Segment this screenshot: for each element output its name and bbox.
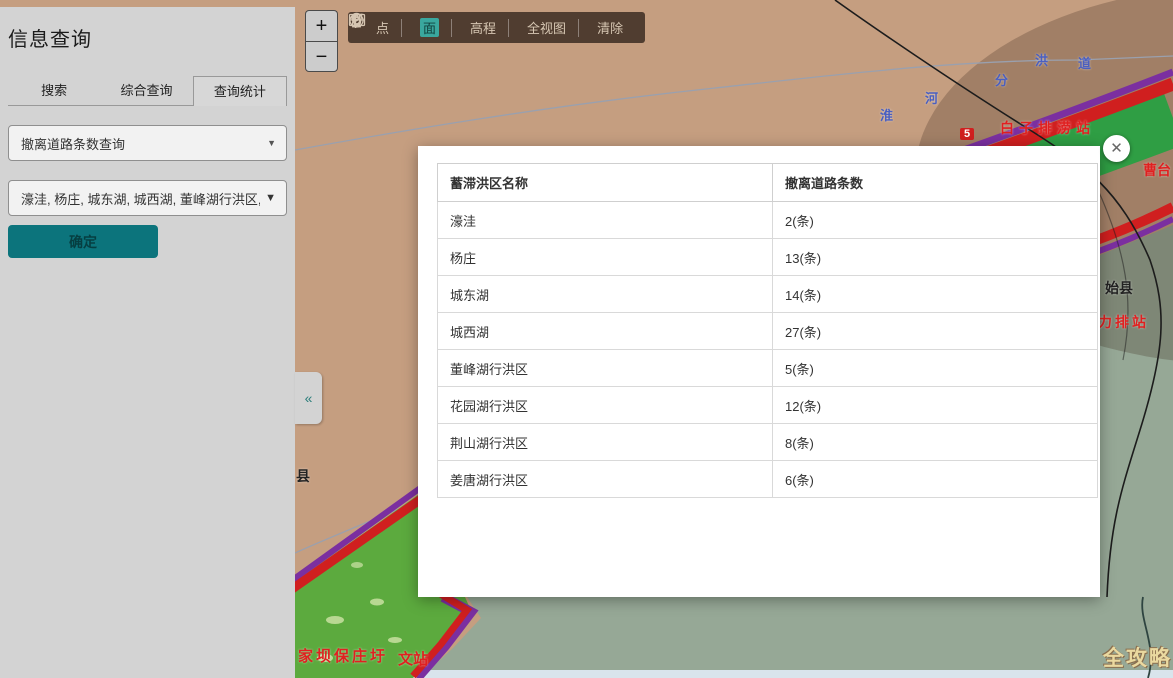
road-count-cell: 5(条): [773, 350, 1098, 387]
tool-area[interactable]: 面: [402, 18, 451, 37]
road-count-cell: 12(条): [773, 387, 1098, 424]
table-row: 城西湖27(条): [438, 313, 1098, 350]
road-count-cell: 2(条): [773, 202, 1098, 239]
table-row: 董峰湖行洪区5(条): [438, 350, 1098, 387]
tool-elevation-label: 高程: [470, 18, 496, 37]
table-header-row: 蓄滞洪区名称 撤离道路条数: [438, 164, 1098, 202]
area-name-cell: 董峰湖行洪区: [438, 350, 773, 387]
table-row: 杨庄13(条): [438, 239, 1098, 276]
tool-area-label: 面: [420, 18, 439, 37]
chevron-down-icon: ▼: [265, 192, 276, 204]
query-type-value: 撤离道路条数查询: [21, 134, 260, 153]
table-row: 城东湖14(条): [438, 276, 1098, 313]
chevron-down-icon: ▼: [267, 138, 276, 148]
tool-full-extent[interactable]: 全视图: [509, 18, 578, 37]
column-header-area-name: 蓄滞洪区名称: [438, 164, 773, 202]
query-type-select[interactable]: 撤离道路条数查询 ▼: [8, 125, 287, 161]
tab-bar: 搜索 综合查询 查询统计: [8, 76, 287, 106]
modal-table-body: 濠洼2(条)杨庄13(条)城东湖14(条)城西湖27(条)董峰湖行洪区5(条)花…: [438, 202, 1098, 498]
tab-query-statistics[interactable]: 查询统计: [193, 76, 287, 106]
area-name-cell: 杨庄: [438, 239, 773, 276]
road-count-cell: 6(条): [773, 461, 1098, 498]
area-name-cell: 花园湖行洪区: [438, 387, 773, 424]
tool-elevation[interactable]: 高程: [452, 18, 508, 37]
road-count-cell: 13(条): [773, 239, 1098, 276]
road-count-cell: 27(条): [773, 313, 1098, 350]
sidebar-collapse-handle[interactable]: «: [295, 372, 322, 424]
tab-comprehensive-query[interactable]: 综合查询: [100, 76, 192, 106]
info-query-panel: 信息查询 搜索 综合查询 查询统计 撤离道路条数查询 ▼ 濠洼, 杨庄, 城东湖…: [0, 7, 295, 678]
panel-title: 信息查询: [8, 23, 287, 52]
area-name-cell: 城西湖: [438, 313, 773, 350]
zoom-in-button[interactable]: +: [305, 10, 338, 41]
zoom-control: + −: [305, 10, 338, 72]
query-result-dialog: ✕ 蓄滞洪区名称 撤离道路条数 濠洼2(条)杨庄13(条)城东湖14(条)城西湖…: [418, 146, 1100, 597]
zoom-out-button[interactable]: −: [305, 41, 338, 72]
evacuation-roads-table: 蓄滞洪区名称 撤离道路条数 濠洼2(条)杨庄13(条)城东湖14(条)城西湖27…: [437, 163, 1098, 498]
table-row: 濠洼2(条): [438, 202, 1098, 239]
tab-search[interactable]: 搜索: [8, 76, 100, 106]
map-toolbar: 点 面 高程 全视图: [348, 12, 645, 43]
area-name-cell: 城东湖: [438, 276, 773, 313]
road-count-cell: 14(条): [773, 276, 1098, 313]
area-multiselect[interactable]: 濠洼, 杨庄, 城东湖, 城西湖, 董峰湖行洪区, 花园湖行洪区, 荆山湖行洪区…: [8, 180, 287, 216]
tool-clear[interactable]: 清除: [579, 18, 635, 37]
chevron-left-double-icon: «: [305, 390, 313, 406]
tool-full-extent-label: 全视图: [527, 18, 566, 37]
tool-point-label: 点: [376, 18, 389, 37]
column-header-road-count: 撤离道路条数: [773, 164, 1098, 202]
area-name-cell: 濠洼: [438, 202, 773, 239]
table-row: 花园湖行洪区12(条): [438, 387, 1098, 424]
area-name-cell: 荆山湖行洪区: [438, 424, 773, 461]
area-multiselect-value: 濠洼, 杨庄, 城东湖, 城西湖, 董峰湖行洪区, 花园湖行洪区, 荆山湖行洪区…: [21, 189, 260, 208]
table-row: 荆山湖行洪区8(条): [438, 424, 1098, 461]
close-icon[interactable]: ✕: [1103, 135, 1130, 162]
table-row: 姜唐湖行洪区6(条): [438, 461, 1098, 498]
app-window: 淮 河 分 洪 道 5 白子排涝站 曹台 始县 力排站 家坝保庄圩 文站 县 全…: [0, 0, 1173, 678]
confirm-button[interactable]: 确定: [8, 225, 158, 258]
tool-clear-label: 清除: [597, 18, 623, 37]
road-count-cell: 8(条): [773, 424, 1098, 461]
area-name-cell: 姜唐湖行洪区: [438, 461, 773, 498]
